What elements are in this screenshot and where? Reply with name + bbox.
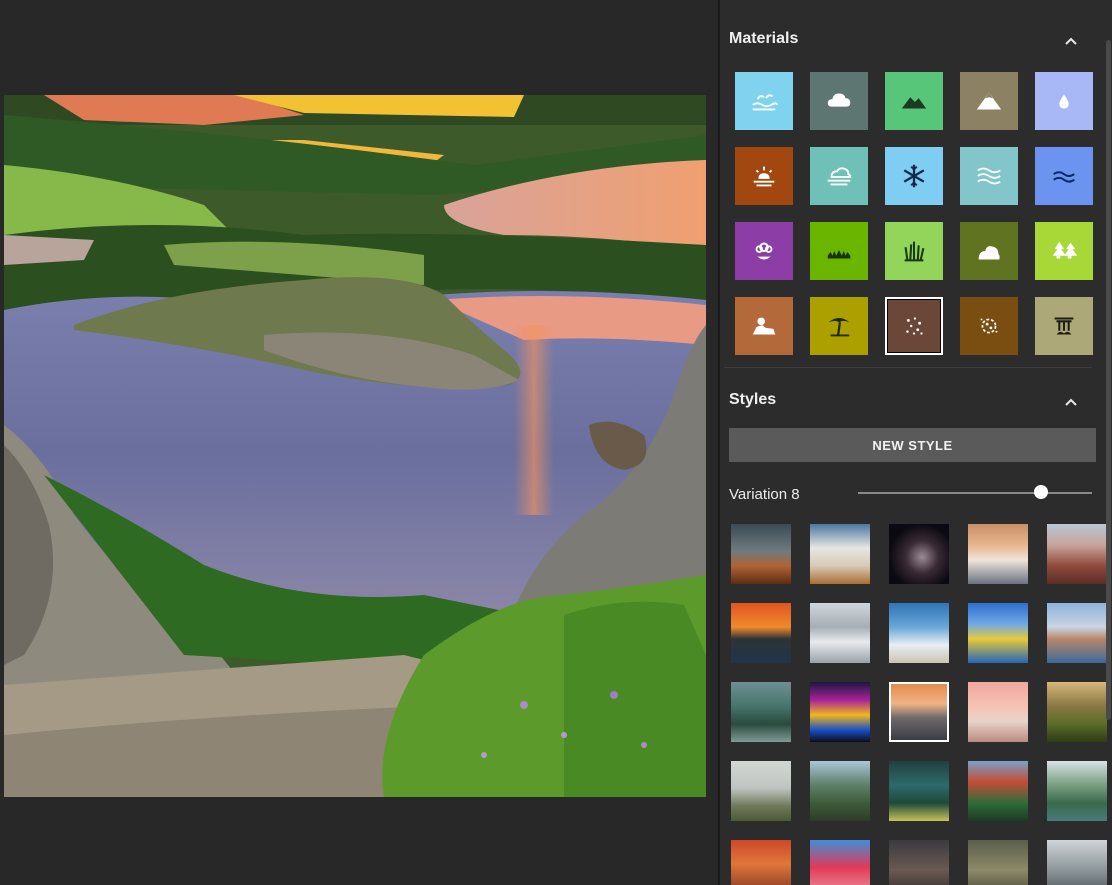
collapse-materials-button[interactable] [1063, 33, 1079, 49]
material-tile[interactable] [1035, 72, 1093, 130]
trees-icon [1052, 241, 1078, 259]
river-icon [1053, 171, 1075, 183]
generated-landscape-image[interactable] [4, 95, 706, 797]
rock-icon [752, 317, 776, 335]
style-sky-beach[interactable] [889, 603, 949, 663]
material-tile[interactable] [960, 222, 1018, 280]
chevron-up-icon [1065, 398, 1077, 406]
style-night-cave[interactable] [889, 524, 949, 584]
variation-slider-track[interactable] [858, 492, 1092, 494]
sunset-icon [753, 166, 775, 187]
style-red-sunset[interactable] [731, 840, 791, 885]
material-tile[interactable] [960, 297, 1018, 355]
style-grey-cliffs[interactable] [1047, 840, 1107, 885]
material-tile[interactable] [885, 147, 943, 205]
style-snowy-range[interactable] [810, 603, 870, 663]
material-tile[interactable] [810, 222, 868, 280]
style-clouds[interactable] [810, 524, 870, 584]
style-misty-sunset[interactable] [968, 524, 1028, 584]
material-tile[interactable] [810, 147, 868, 205]
waves-icon [977, 167, 1001, 185]
material-tile[interactable] [960, 72, 1018, 130]
materials-heading: Materials [729, 30, 799, 47]
style-flower-lake[interactable] [968, 603, 1028, 663]
material-tile[interactable] [1035, 222, 1093, 280]
style-ocean-sunset[interactable] [731, 603, 791, 663]
bush-icon [978, 246, 1000, 260]
flower-icon [755, 242, 773, 260]
cloud-icon [827, 93, 851, 107]
material-tile[interactable] [810, 297, 868, 355]
grass-icon [827, 250, 851, 259]
water-drop-icon [1059, 94, 1069, 109]
section-separator [724, 367, 1092, 368]
panel-scrollbar[interactable] [1106, 40, 1111, 720]
material-tile[interactable] [960, 147, 1018, 205]
style-pagoda[interactable] [968, 761, 1028, 821]
style-red-peaks[interactable] [1047, 524, 1107, 584]
style-forest-lake[interactable] [1047, 761, 1107, 821]
material-tile[interactable] [885, 222, 943, 280]
stone-pillar-icon [1054, 317, 1074, 335]
side-panel: Materials Styles NEW STYLE Variation 8 [720, 0, 1112, 885]
style-fantasy-pink[interactable] [810, 840, 870, 885]
palm-tree-icon [828, 318, 850, 337]
tall-grass-icon [904, 241, 925, 262]
fog-icon [827, 167, 852, 186]
material-tile[interactable] [735, 297, 793, 355]
dirt-icon [980, 318, 998, 334]
style-city-coast[interactable] [1047, 603, 1107, 663]
styles-heading: Styles [729, 391, 777, 408]
material-tile[interactable] [810, 72, 868, 130]
collapse-styles-button[interactable] [1063, 394, 1079, 410]
style-desert-dusk[interactable] [731, 524, 791, 584]
variation-slider-thumb[interactable] [1033, 485, 1048, 499]
style-firefly-valley[interactable] [889, 761, 949, 821]
variation-label: Variation 8 [729, 486, 800, 503]
style-neon-city[interactable] [810, 682, 870, 742]
style-calm-sea[interactable] [889, 682, 949, 742]
style-pastel-sky[interactable] [968, 682, 1028, 742]
style-misty-green[interactable] [968, 840, 1028, 885]
material-tile[interactable] [735, 222, 793, 280]
sea-icon [752, 94, 779, 111]
material-tile[interactable] [885, 297, 943, 355]
style-green-mesa[interactable] [1047, 682, 1107, 742]
style-mossy-cliffs[interactable] [731, 682, 791, 742]
mountain-icon [976, 92, 1002, 110]
gravel-icon [906, 317, 923, 335]
material-tile[interactable] [885, 72, 943, 130]
material-tile[interactable] [1035, 297, 1093, 355]
material-tile[interactable] [735, 147, 793, 205]
hill-icon [901, 97, 927, 109]
material-tile[interactable] [1035, 147, 1093, 205]
style-tree-rock[interactable] [810, 761, 870, 821]
style-foggy-tower[interactable] [731, 761, 791, 821]
snowflake-icon [903, 164, 925, 188]
style-dark-dusk[interactable] [889, 840, 949, 885]
material-tile[interactable] [735, 72, 793, 130]
new-style-button[interactable]: NEW STYLE [729, 428, 1096, 462]
chevron-up-icon [1065, 37, 1077, 45]
canvas-area [0, 0, 718, 885]
